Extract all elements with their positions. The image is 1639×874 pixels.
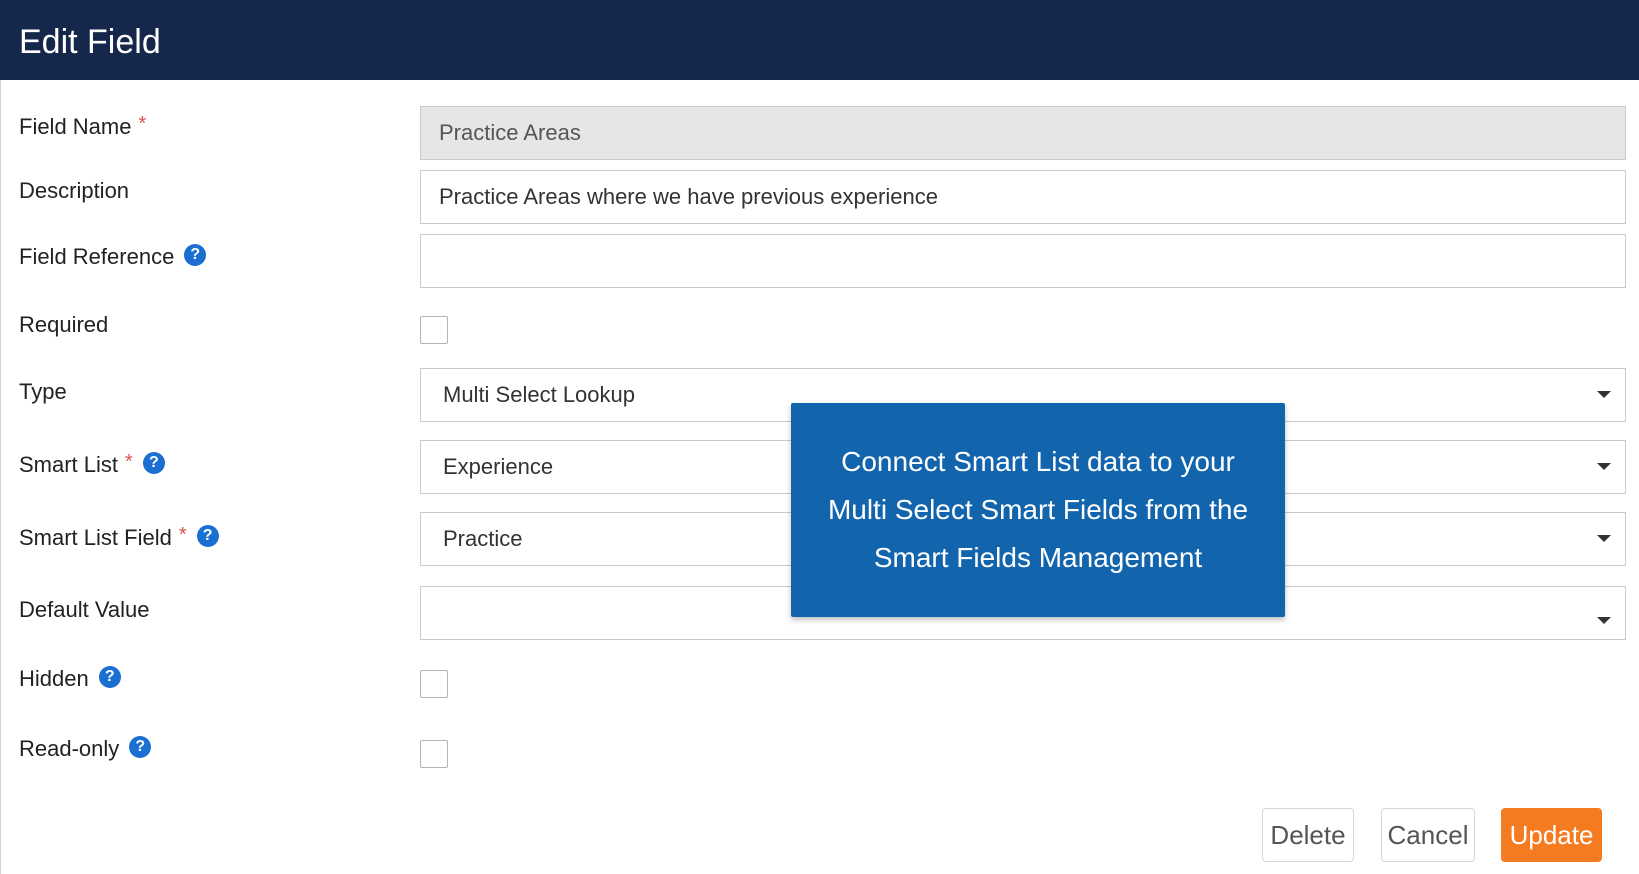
read-only-checkbox[interactable] [420,740,448,768]
dialog-left-border [0,80,1,874]
description-label: Description [19,178,130,203]
delete-button[interactable]: Delete [1262,808,1354,862]
chevron-down-icon[interactable] [1597,463,1611,470]
cancel-button[interactable]: Cancel [1381,808,1475,862]
required-checkbox[interactable] [420,316,448,344]
update-button[interactable]: Update [1501,808,1602,862]
help-icon[interactable]: ? [184,244,207,266]
help-icon[interactable]: ? [98,666,121,688]
description-input[interactable]: Practice Areas where we have previous ex… [420,170,1626,224]
chevron-down-icon[interactable] [1597,535,1611,542]
help-icon[interactable]: ? [142,452,165,474]
type-label: Type [19,379,67,404]
required-asterisk: * [138,113,147,135]
help-icon[interactable]: ? [129,736,152,758]
required-label: Required [19,312,109,337]
required-asterisk: * [178,524,187,546]
field-reference-label: Field Reference ? [19,242,207,272]
hidden-checkbox[interactable] [420,670,448,698]
smart-list-field-label: Smart List Field * ? [19,523,219,553]
chevron-down-icon[interactable] [1597,617,1611,624]
read-only-label: Read-only ? [19,734,152,764]
dialog-header: Edit Field [0,0,1639,80]
hidden-label: Hidden ? [19,664,121,694]
dialog-title: Edit Field [19,23,161,61]
default-value-label: Default Value [19,597,150,622]
smart-list-tooltip: Connect Smart List data to your Multi Se… [791,403,1285,617]
smart-list-label: Smart List * ? [19,450,165,480]
required-asterisk: * [125,451,133,473]
field-name-input: Practice Areas [420,106,1626,160]
field-reference-input[interactable] [420,234,1626,288]
chevron-down-icon[interactable] [1597,391,1611,398]
field-name-label: Field Name * [19,112,146,142]
help-icon[interactable]: ? [196,525,219,547]
